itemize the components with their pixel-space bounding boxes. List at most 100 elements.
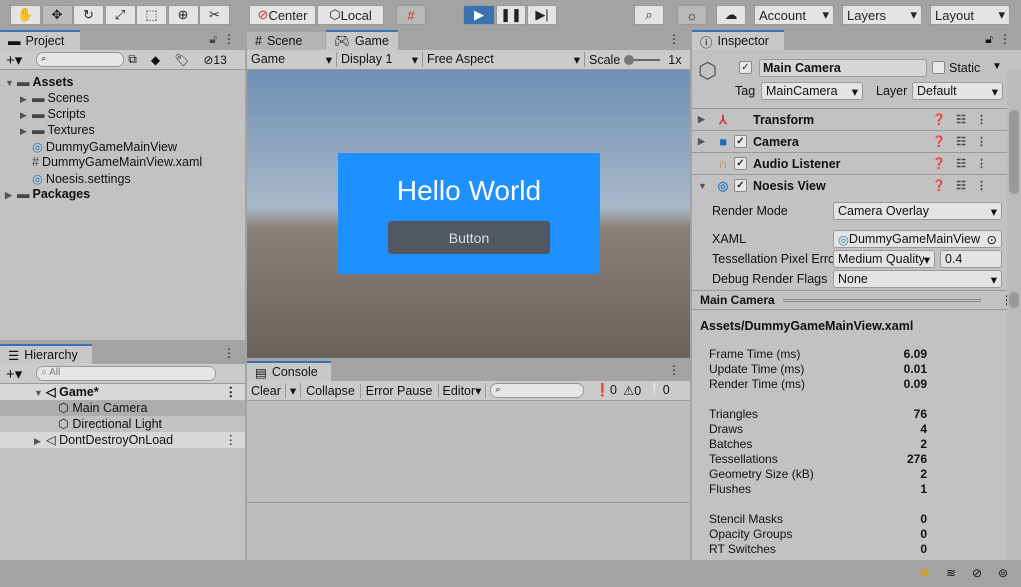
tab-project[interactable]: ▬ Project xyxy=(0,30,80,50)
cache-icon[interactable]: ⊜ xyxy=(998,566,1008,580)
tab-console[interactable]: ▤ Console xyxy=(247,361,331,381)
layer-dropdown[interactable]: Default ▾ xyxy=(912,82,1003,100)
collapsed-arrow-icon[interactable]: ▶ xyxy=(34,436,46,447)
warning-count[interactable]: ⚠0 xyxy=(623,383,641,398)
tessellation-value-input[interactable]: 0.4 xyxy=(940,250,1002,268)
more-icon[interactable]: ⋮ xyxy=(223,32,235,46)
presets-icon[interactable]: ☷ xyxy=(956,157,966,170)
help-icon[interactable]: ❓ xyxy=(932,135,946,148)
custom-tool-icon[interactable]: ✂ xyxy=(199,5,230,25)
hierarchy-search-input[interactable]: ⌕ All xyxy=(36,366,217,381)
pause-button[interactable]: ❚❚ xyxy=(496,5,526,25)
label-icon[interactable]: 🏷︎ xyxy=(174,53,189,67)
cloud-icon[interactable]: ☁ xyxy=(716,5,746,25)
tag-dropdown[interactable]: MainCamera ▾ xyxy=(761,82,863,100)
snap-icon[interactable]: # xyxy=(396,5,426,25)
more-icon[interactable]: ⋮ xyxy=(976,113,987,126)
help-icon[interactable]: ❓ xyxy=(932,113,946,126)
static-checkbox[interactable] xyxy=(932,61,945,74)
lock-icon[interactable]: 🔓︎ xyxy=(985,32,993,47)
log-count[interactable]: ❕0 xyxy=(647,383,670,398)
object-name-input[interactable]: Main Camera xyxy=(759,59,927,77)
move-tool-icon[interactable]: ✥ xyxy=(41,5,73,25)
component-header[interactable]: ▶ ■ ✓ Camera ❓ ☷ ⋮ xyxy=(692,130,1007,152)
help-icon[interactable]: ❓ xyxy=(932,157,946,170)
collapsed-arrow-icon[interactable]: ▶ xyxy=(20,94,32,105)
collab-icon[interactable]: ☼ xyxy=(677,5,707,25)
more-icon[interactable]: ⋮ xyxy=(976,157,987,170)
preview-header[interactable]: Main Camera⋮ xyxy=(692,290,1021,310)
more-icon[interactable]: ⋮ xyxy=(976,135,987,148)
more-icon[interactable]: ⋮ xyxy=(668,32,680,46)
project-item[interactable]: ▶ ▬ Scenes xyxy=(20,91,89,105)
preview-scrollbar[interactable] xyxy=(1007,288,1021,560)
presets-icon[interactable]: ☷ xyxy=(956,135,966,148)
hierarchy-item[interactable]: ▶ ◁ DontDestroyOnLoad ⋮ xyxy=(0,432,245,448)
error-count[interactable]: ❗0 xyxy=(594,383,617,398)
account-dropdown[interactable]: Account ▾ xyxy=(754,5,834,25)
project-item[interactable]: ▶ ▬ Scripts xyxy=(20,107,86,121)
scale-tool-icon[interactable]: ⤢ xyxy=(104,5,136,25)
console-search-input[interactable]: ⌕ xyxy=(490,383,585,398)
component-enabled-checkbox[interactable]: ✓ xyxy=(734,135,747,148)
layers-dropdown[interactable]: Layers ▾ xyxy=(842,5,922,25)
pivot-center-button[interactable]: ⊘ Center xyxy=(249,5,316,25)
expanded-arrow-icon[interactable]: ▼ xyxy=(692,181,712,191)
collapsed-arrow-icon[interactable]: ▶ xyxy=(20,126,32,137)
collapsed-arrow-icon[interactable]: ▶ xyxy=(20,110,32,121)
component-enabled-checkbox[interactable]: ✓ xyxy=(734,179,747,192)
transform-tool-icon[interactable]: ⊕ xyxy=(167,5,199,25)
static-dropdown-icon[interactable]: ▼ xyxy=(992,61,1002,72)
more-icon[interactable]: ⋮ xyxy=(223,346,235,360)
error-pause-button[interactable]: Error Pause xyxy=(361,383,439,398)
lighting-icon[interactable]: ✸ xyxy=(920,566,930,580)
hidden-count[interactable]: ⊘13 xyxy=(203,53,226,67)
game-mode-dropdown[interactable]: Game ▾ xyxy=(247,52,337,67)
property-field[interactable]: None ▾ xyxy=(833,270,1002,288)
bug-icon[interactable]: ⊘ xyxy=(972,566,982,580)
hierarchy-item[interactable]: ⬡ Directional Light xyxy=(0,416,245,432)
hierarchy-item[interactable]: ▼ ◁ Game* ⋮ xyxy=(0,384,245,400)
help-icon[interactable]: ❓ xyxy=(932,179,946,192)
tab-scene[interactable]: # Scene xyxy=(247,30,325,50)
scale-slider[interactable] xyxy=(624,54,661,65)
project-item[interactable]: ▼ ▬ Assets xyxy=(5,75,74,89)
play-button[interactable]: ▶ xyxy=(463,5,495,25)
inspector-scrollbar[interactable] xyxy=(1007,70,1021,288)
expanded-arrow-icon[interactable]: ▼ xyxy=(5,78,17,88)
project-item[interactable]: ◎ DummyGameMainView xyxy=(20,139,177,154)
presets-icon[interactable]: ☷ xyxy=(956,113,966,126)
presets-icon[interactable]: ☷ xyxy=(956,179,966,192)
more-icon[interactable]: ⋮ xyxy=(225,384,238,399)
more-icon[interactable]: ⋮ xyxy=(225,432,238,447)
project-item[interactable]: ▶ ▬ Packages xyxy=(5,187,90,201)
layers-status-icon[interactable]: ≋ xyxy=(946,566,956,580)
component-header[interactable]: ▼ ◎ ✓ Noesis View ❓ ☷ ⋮ xyxy=(692,174,1007,196)
add-button[interactable]: +▾ xyxy=(6,51,22,69)
layout-dropdown[interactable]: Layout ▾ xyxy=(930,5,1010,25)
hierarchy-item[interactable]: ⬡ Main Camera xyxy=(0,400,245,416)
property-field[interactable]: Camera Overlay ▾ xyxy=(833,202,1002,220)
property-field[interactable]: Medium Quality ▾ xyxy=(833,250,935,268)
rotate-tool-icon[interactable]: ↻ xyxy=(73,5,104,25)
lock-icon[interactable]: 🔓︎ xyxy=(209,32,217,47)
collapse-button[interactable]: Collapse xyxy=(301,383,361,398)
project-item[interactable]: # DummyGameMainView.xaml xyxy=(20,155,202,169)
more-icon[interactable]: ⋮ xyxy=(999,32,1011,46)
step-button[interactable]: ▶| xyxy=(527,5,557,25)
component-header[interactable]: ∩ ✓ Audio Listener ❓ ☷ ⋮ xyxy=(692,152,1007,174)
object-picker-icon[interactable]: ⊙ xyxy=(987,232,997,247)
search-window-icon[interactable]: ⧉ xyxy=(128,52,137,67)
aspect-dropdown[interactable]: Free Aspect ▾ xyxy=(423,52,585,67)
add-button[interactable]: +▾ xyxy=(6,365,22,383)
search-icon[interactable]: ⌕ xyxy=(634,5,664,25)
game-button[interactable]: Button xyxy=(388,221,550,254)
tab-inspector[interactable]: ⓘ Inspector xyxy=(692,30,784,50)
hand-tool-icon[interactable]: ✋ xyxy=(10,5,41,25)
active-checkbox[interactable]: ✓ xyxy=(739,61,752,74)
clear-options-dropdown[interactable]: ▾ xyxy=(284,383,302,398)
editor-dropdown[interactable]: Editor▾ xyxy=(439,383,487,398)
component-header[interactable]: ▶ ⅄ Transform ❓ ☷ ⋮ xyxy=(692,108,1007,130)
display-dropdown[interactable]: Display 1 ▾ xyxy=(337,52,423,67)
component-enabled-checkbox[interactable]: ✓ xyxy=(734,157,747,170)
